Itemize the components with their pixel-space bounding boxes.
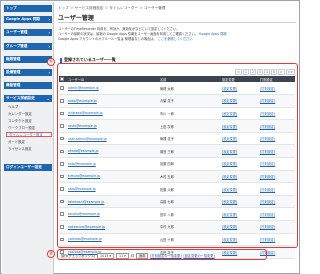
page-title: ユーザー管理 bbox=[58, 15, 94, 22]
sidebar: トップ Google Apps 同期 › ユーザー管理 › グループ管理 › 権限管理… bbox=[2, 2, 54, 274]
sidebar-subitem-license[interactable]: ライセンス設定 bbox=[8, 146, 52, 151]
sidebar-item-permissions[interactable]: 権限管理 bbox=[4, 56, 52, 63]
sidebar-subitem-timerecorder[interactable]: タイムレコーダー設定 bbox=[6, 132, 52, 137]
sidebar-item-login-user[interactable]: ログインユーザー設定 bbox=[4, 164, 52, 171]
sidebar-subitem-contact[interactable]: コンタクト設定 bbox=[8, 118, 52, 123]
reference-link[interactable]: ここを参照してください bbox=[158, 37, 193, 41]
chevron-down-icon: ⌄ bbox=[46, 95, 50, 101]
app-window: トップ Google Apps 同期 › ユーザー管理 › グループ管理 › 権限管理… bbox=[0, 0, 300, 274]
sidebar-item-groups[interactable]: グループ管理 › bbox=[4, 43, 52, 50]
sidebar-item-google-apps-sync[interactable]: Google Apps 同期 › bbox=[4, 16, 52, 23]
sidebar-item-users[interactable]: ユーザー管理 › bbox=[4, 29, 52, 36]
sidebar-item-service-settings[interactable]: サービス詳細設定 ⌄ bbox=[4, 95, 52, 102]
google-apps-sync-link[interactable]: Google Apps 同期 bbox=[199, 32, 227, 36]
divider bbox=[58, 22, 296, 23]
highlight-box-table bbox=[57, 63, 298, 248]
badge-two: ② bbox=[47, 250, 55, 258]
section-marker bbox=[60, 57, 62, 63]
sidebar-subitem-calendar[interactable]: カレンダー設定 bbox=[8, 111, 52, 116]
sidebar-subitem-help[interactable]: ヘルプ bbox=[8, 104, 52, 109]
description-line-1: ユーザーのTimeRecorder 利用を、有効か、無効化がなどにいて設定してく… bbox=[58, 27, 180, 31]
description-line-2: ユーザーの最新の状況は、最新の Google Apps 情報をユーザー画面を利用… bbox=[58, 32, 227, 36]
description-line-3: Google Apps アカウントのオフルール一覧は 管理者なしの場合は、 ここ… bbox=[58, 37, 193, 41]
highlight-box-bulk bbox=[57, 249, 267, 260]
chevron-right-icon: › bbox=[48, 16, 50, 22]
breadcrumb: トップ ＞ サービス詳細設定 ＞ タイムレコーダー ＞ ユーザー管理 bbox=[58, 6, 166, 10]
chevron-right-icon: › bbox=[48, 29, 50, 35]
sidebar-item-features[interactable]: 機能管理 bbox=[4, 82, 52, 89]
chevron-right-icon: › bbox=[48, 69, 50, 75]
chevron-right-icon: › bbox=[48, 43, 50, 49]
sidebar-subitem-workflow[interactable]: ワークフロー設定 bbox=[8, 125, 52, 130]
sidebar-subitem-guard[interactable]: ガード設定 bbox=[8, 139, 52, 144]
badge-one: ① bbox=[47, 58, 55, 66]
sidebar-item-top[interactable]: トップ bbox=[4, 5, 52, 12]
sidebar-item-facilities[interactable]: 設備管理 › bbox=[4, 69, 52, 76]
